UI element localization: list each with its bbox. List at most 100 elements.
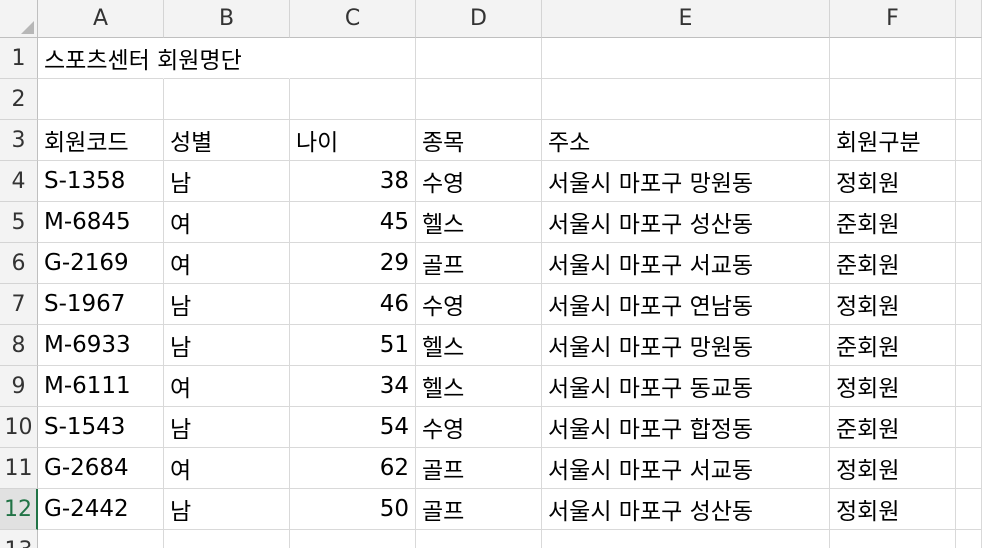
column-header-f[interactable]: F xyxy=(830,0,956,38)
cell-e2[interactable] xyxy=(542,79,830,120)
cell-address[interactable]: 서울시 마포구 망원동 xyxy=(542,325,830,366)
cell-sport[interactable]: 헬스 xyxy=(416,366,542,407)
cell-address[interactable]: 서울시 마포구 동교동 xyxy=(542,366,830,407)
cell-g[interactable] xyxy=(956,202,982,243)
row-header-11[interactable]: 11 xyxy=(0,448,38,489)
cell-b1[interactable] xyxy=(164,38,290,79)
cell-type[interactable]: 정회원 xyxy=(830,161,956,202)
row-header-6[interactable]: 6 xyxy=(0,243,38,284)
cell-sport[interactable]: 수영 xyxy=(416,284,542,325)
column-header-e[interactable]: E xyxy=(542,0,830,38)
row-header-2[interactable]: 2 xyxy=(0,79,38,120)
cell-gender[interactable]: 여 xyxy=(164,243,290,284)
cell-code[interactable]: M-6845 xyxy=(38,202,164,243)
cell-age[interactable]: 45 xyxy=(290,202,416,243)
cell-age[interactable]: 51 xyxy=(290,325,416,366)
cell-g3[interactable] xyxy=(956,120,982,161)
cell-g[interactable] xyxy=(956,161,982,202)
cell-sport[interactable]: 헬스 xyxy=(416,202,542,243)
cell-a13[interactable] xyxy=(38,530,164,548)
cell-gender[interactable]: 남 xyxy=(164,407,290,448)
header-cell-sport[interactable]: 종목 xyxy=(416,120,542,161)
cell-code[interactable]: G-2684 xyxy=(38,448,164,489)
cell-gender[interactable]: 여 xyxy=(164,448,290,489)
cell-c13[interactable] xyxy=(290,530,416,548)
cell-type[interactable]: 준회원 xyxy=(830,407,956,448)
header-cell-address[interactable]: 주소 xyxy=(542,120,830,161)
header-cell-age[interactable]: 나이 xyxy=(290,120,416,161)
cell-g[interactable] xyxy=(956,243,982,284)
cell-gender[interactable]: 남 xyxy=(164,489,290,530)
cell-e13[interactable] xyxy=(542,530,830,548)
cell-code[interactable]: S-1543 xyxy=(38,407,164,448)
cell-type[interactable]: 준회원 xyxy=(830,202,956,243)
column-header-g[interactable] xyxy=(956,0,982,38)
cell-gender[interactable]: 여 xyxy=(164,202,290,243)
row-header-3[interactable]: 3 xyxy=(0,120,38,161)
cell-g[interactable] xyxy=(956,366,982,407)
cell-type[interactable]: 정회원 xyxy=(830,489,956,530)
cell-g2[interactable] xyxy=(956,79,982,120)
header-cell-gender[interactable]: 성별 xyxy=(164,120,290,161)
row-header-12[interactable]: 12 xyxy=(0,489,38,530)
cell-code[interactable]: G-2442 xyxy=(38,489,164,530)
select-all-corner[interactable] xyxy=(0,0,38,38)
cell-b13[interactable] xyxy=(164,530,290,548)
cell-age[interactable]: 50 xyxy=(290,489,416,530)
cell-type[interactable]: 준회원 xyxy=(830,243,956,284)
cell-age[interactable]: 34 xyxy=(290,366,416,407)
cell-g[interactable] xyxy=(956,489,982,530)
cell-address[interactable]: 서울시 마포구 망원동 xyxy=(542,161,830,202)
cell-age[interactable]: 54 xyxy=(290,407,416,448)
cell-code[interactable]: M-6111 xyxy=(38,366,164,407)
cell-g[interactable] xyxy=(956,284,982,325)
cell-d13[interactable] xyxy=(416,530,542,548)
cell-age[interactable]: 38 xyxy=(290,161,416,202)
cell-c1[interactable] xyxy=(290,38,416,79)
cell-sport[interactable]: 수영 xyxy=(416,161,542,202)
cell-age[interactable]: 46 xyxy=(290,284,416,325)
cell-code[interactable]: G-2169 xyxy=(38,243,164,284)
cell-type[interactable]: 정회원 xyxy=(830,284,956,325)
cell-gender[interactable]: 남 xyxy=(164,325,290,366)
cell-code[interactable]: S-1358 xyxy=(38,161,164,202)
column-header-a[interactable]: A xyxy=(38,0,164,38)
cell-f1[interactable] xyxy=(830,38,956,79)
cell-type[interactable]: 정회원 xyxy=(830,448,956,489)
cell-b2[interactable] xyxy=(164,79,290,120)
cell-sport[interactable]: 수영 xyxy=(416,407,542,448)
cell-age[interactable]: 62 xyxy=(290,448,416,489)
cell-g[interactable] xyxy=(956,325,982,366)
cell-gender[interactable]: 남 xyxy=(164,284,290,325)
column-header-d[interactable]: D xyxy=(416,0,542,38)
sheet-title-cell[interactable]: 스포츠센터 회원명단 xyxy=(38,38,242,79)
cell-gender[interactable]: 여 xyxy=(164,366,290,407)
row-header-13[interactable]: 13 xyxy=(0,530,38,548)
cell-code[interactable]: M-6933 xyxy=(38,325,164,366)
cell-age[interactable]: 29 xyxy=(290,243,416,284)
cell-d1[interactable] xyxy=(416,38,542,79)
cell-gender[interactable]: 남 xyxy=(164,161,290,202)
cell-code[interactable]: S-1967 xyxy=(38,284,164,325)
row-header-8[interactable]: 8 xyxy=(0,325,38,366)
cell-f2[interactable] xyxy=(830,79,956,120)
row-header-7[interactable]: 7 xyxy=(0,284,38,325)
cell-g[interactable] xyxy=(956,407,982,448)
cell-g1[interactable] xyxy=(956,38,982,79)
cell-sport[interactable]: 골프 xyxy=(416,489,542,530)
row-header-9[interactable]: 9 xyxy=(0,366,38,407)
cell-e1[interactable] xyxy=(542,38,830,79)
cell-f13[interactable] xyxy=(830,530,956,548)
cell-address[interactable]: 서울시 마포구 연남동 xyxy=(542,284,830,325)
cell-g[interactable] xyxy=(956,448,982,489)
column-header-b[interactable]: B xyxy=(164,0,290,38)
cell-address[interactable]: 서울시 마포구 합정동 xyxy=(542,407,830,448)
row-header-5[interactable]: 5 xyxy=(0,202,38,243)
header-cell-type[interactable]: 회원구분 xyxy=(830,120,956,161)
column-header-c[interactable]: C xyxy=(290,0,416,38)
cell-type[interactable]: 정회원 xyxy=(830,366,956,407)
cell-d2[interactable] xyxy=(416,79,542,120)
cell-c2[interactable] xyxy=(290,79,416,120)
cell-sport[interactable]: 골프 xyxy=(416,243,542,284)
cell-address[interactable]: 서울시 마포구 서교동 xyxy=(542,243,830,284)
